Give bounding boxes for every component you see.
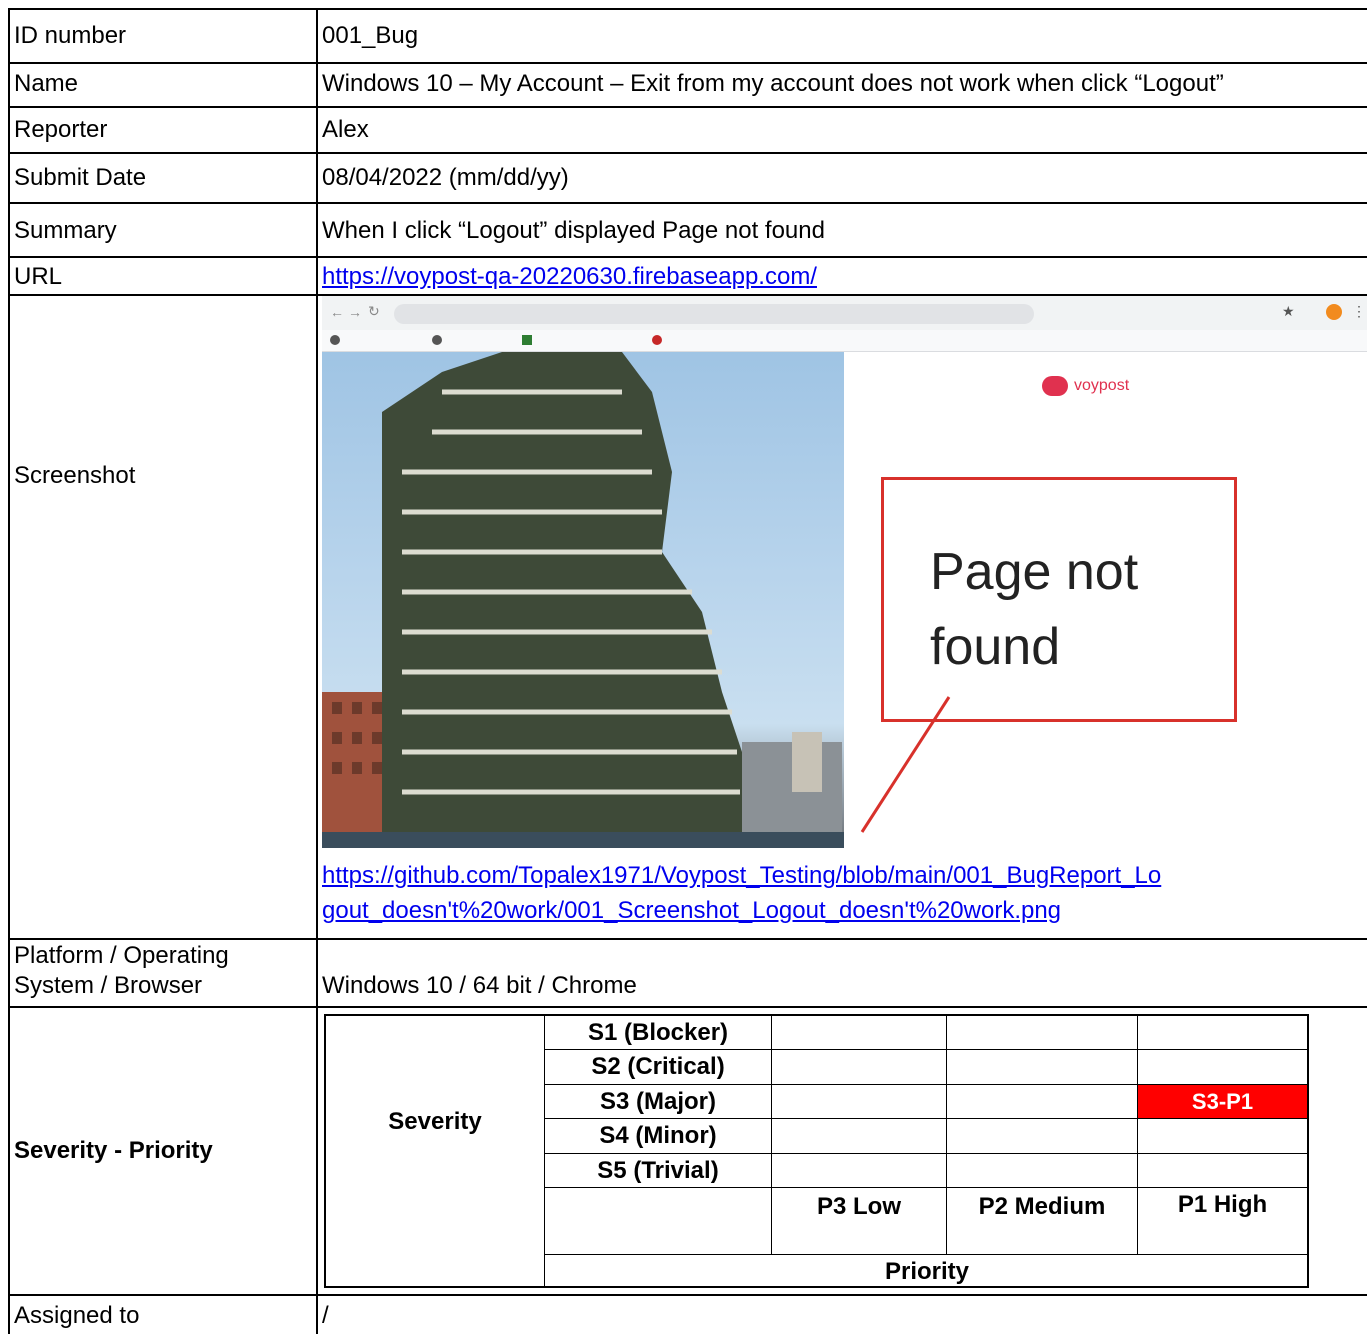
selected-cell: S3-P1 bbox=[1138, 1085, 1307, 1118]
building-photo bbox=[322, 352, 844, 848]
assigned-value: / bbox=[322, 1302, 329, 1329]
severity-heading: Severity bbox=[388, 1108, 482, 1135]
bookmarks-bar bbox=[322, 330, 1367, 352]
matrix-line bbox=[544, 1153, 1309, 1154]
summary-label: Summary bbox=[14, 217, 117, 244]
profile-icon bbox=[1326, 304, 1342, 320]
id-value: 001_Bug bbox=[322, 22, 419, 49]
matrix-line bbox=[544, 1049, 1309, 1050]
grid-line bbox=[8, 8, 1367, 10]
building-illustration bbox=[322, 352, 844, 848]
severity-priority-label: Severity - Priority bbox=[14, 1137, 213, 1164]
screenshot-label: Screenshot bbox=[14, 462, 136, 489]
bookmark-icon bbox=[522, 335, 532, 345]
grid-line bbox=[8, 106, 1367, 108]
bookmark-icon bbox=[330, 335, 340, 345]
summary-value: When I click “Logout” displayed Page not… bbox=[322, 217, 825, 244]
browser-toolbar: ← → ↻ ★ ⋮ bbox=[322, 296, 1367, 330]
platform-label-line-2: System / Browser bbox=[14, 972, 203, 999]
grid-line bbox=[8, 152, 1367, 154]
menu-icon: ⋮ bbox=[1352, 303, 1366, 319]
annotation-arrow bbox=[860, 696, 951, 833]
grid-line bbox=[8, 8, 10, 1334]
reporter-label: Reporter bbox=[14, 116, 108, 143]
bookmark-icon bbox=[652, 335, 662, 345]
reload-icon: ↻ bbox=[368, 303, 380, 319]
platform-value: Windows 10 / 64 bit / Chrome bbox=[322, 972, 637, 999]
severity-s3: S3 (Major) bbox=[599, 1088, 716, 1115]
submit-date-value: 08/04/2022 (mm/dd/yy) bbox=[322, 164, 569, 191]
severity-s2: S2 (Critical) bbox=[591, 1053, 725, 1080]
grid-line bbox=[8, 1294, 1367, 1296]
name-label: Name bbox=[14, 70, 79, 97]
reporter-value: Alex bbox=[322, 116, 369, 143]
grid-line bbox=[8, 202, 1367, 204]
screenshot-link-line-1[interactable]: https://github.com/Topalex1971/Voypost_T… bbox=[322, 862, 1161, 890]
address-bar bbox=[394, 304, 1034, 324]
error-page: voypost Page not found bbox=[844, 352, 1367, 848]
star-icon: ★ bbox=[1282, 303, 1295, 319]
priority-heading: Priority bbox=[884, 1258, 970, 1285]
severity-priority-matrix bbox=[324, 1014, 1309, 1288]
grid-line bbox=[316, 8, 318, 1334]
forward-icon: → bbox=[348, 304, 362, 320]
severity-s4: S4 (Minor) bbox=[599, 1122, 717, 1149]
priority-p3: P3 Low bbox=[816, 1193, 901, 1220]
grid-line bbox=[8, 938, 1367, 940]
platform-label-line-1: Platform / Operating bbox=[14, 942, 229, 969]
priority-p2: P2 Medium bbox=[978, 1193, 1106, 1220]
priority-p1: P1 High bbox=[1177, 1191, 1268, 1218]
matrix-line bbox=[544, 1187, 1309, 1188]
name-value: Windows 10 – My Account – Exit from my a… bbox=[322, 70, 1224, 97]
grid-line bbox=[8, 1006, 1367, 1008]
matrix-line bbox=[544, 1118, 1309, 1119]
screenshot-link-line-2[interactable]: gout_doesn't%20work/001_Screenshot_Logou… bbox=[322, 897, 1061, 925]
severity-s1: S1 (Blocker) bbox=[587, 1019, 729, 1046]
matrix-line bbox=[544, 1254, 1309, 1255]
id-label: ID number bbox=[14, 22, 127, 49]
back-icon: ← bbox=[330, 304, 344, 320]
bookmark-icon bbox=[432, 335, 442, 345]
url-label: URL bbox=[14, 263, 63, 290]
screenshot-image: ← → ↻ ★ ⋮ voypost Page not found bbox=[322, 296, 1367, 848]
submit-date-label: Submit Date bbox=[14, 164, 147, 191]
assigned-label: Assigned to bbox=[14, 1302, 140, 1329]
grid-line bbox=[8, 62, 1367, 64]
grid-line bbox=[8, 256, 1367, 258]
url-link[interactable]: https://voypost-qa-20220630.firebaseapp.… bbox=[322, 263, 817, 291]
severity-s5: S5 (Trivial) bbox=[597, 1157, 719, 1184]
